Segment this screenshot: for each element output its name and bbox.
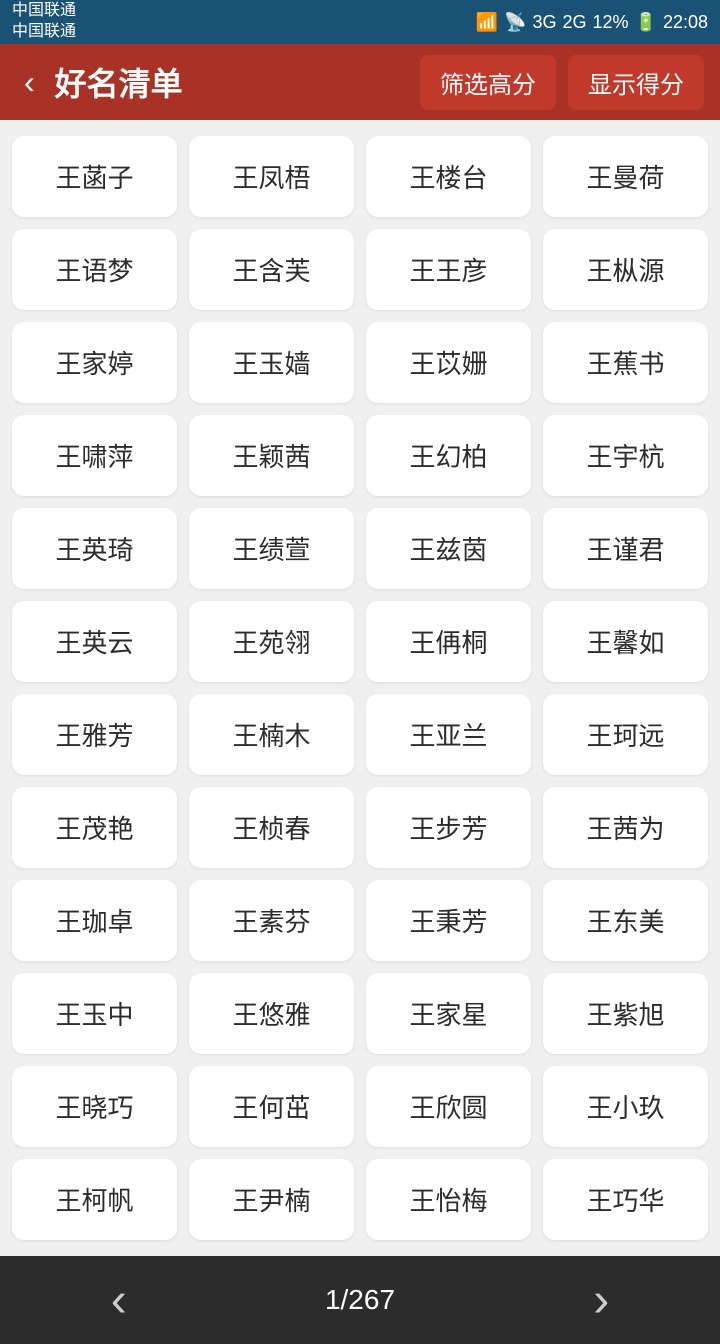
- name-card[interactable]: 王柯帆: [12, 1159, 177, 1240]
- name-card[interactable]: 王颖茜: [189, 415, 354, 496]
- back-icon: ‹: [24, 64, 35, 101]
- next-page-button[interactable]: [482, 1257, 720, 1344]
- name-card[interactable]: 王英琦: [12, 508, 177, 589]
- battery-icon: 🔋: [635, 12, 657, 33]
- network-2g: 2G: [562, 12, 586, 33]
- name-card[interactable]: 王语梦: [12, 229, 177, 310]
- header: ‹ 好名清单 筛选高分 显示得分: [0, 44, 720, 120]
- name-card[interactable]: 王东美: [543, 880, 708, 961]
- name-card[interactable]: 王珈卓: [12, 880, 177, 961]
- name-card[interactable]: 王玉嫱: [189, 322, 354, 403]
- name-card[interactable]: 王何茁: [189, 1066, 354, 1147]
- name-card[interactable]: 王英云: [12, 601, 177, 682]
- battery-level: 12%: [593, 12, 629, 33]
- name-card[interactable]: 王楼台: [366, 136, 531, 217]
- wifi-icon: 📡: [504, 12, 526, 33]
- name-card[interactable]: 王步芳: [366, 787, 531, 868]
- page-indicator: 1/267: [238, 1284, 483, 1316]
- name-card[interactable]: 王菡子: [12, 136, 177, 217]
- name-card[interactable]: 王蕉书: [543, 322, 708, 403]
- name-card[interactable]: 王素芬: [189, 880, 354, 961]
- name-card[interactable]: 王家星: [366, 973, 531, 1054]
- name-card[interactable]: 王家婷: [12, 322, 177, 403]
- name-card[interactable]: 王幻柏: [366, 415, 531, 496]
- name-card[interactable]: 王雅芳: [12, 694, 177, 775]
- name-card[interactable]: 王珂远: [543, 694, 708, 775]
- name-card[interactable]: 王含芙: [189, 229, 354, 310]
- page-title: 好名清单: [55, 59, 408, 105]
- name-card[interactable]: 王悠雅: [189, 973, 354, 1054]
- status-right: 📶 📡 3G 2G 12% 🔋 22:08: [476, 12, 708, 33]
- name-card[interactable]: 王晓巧: [12, 1066, 177, 1147]
- prev-page-button[interactable]: [0, 1257, 238, 1344]
- carrier-info: 中国联通 中国联通: [12, 1, 76, 43]
- filter-high-score-button[interactable]: 筛选高分: [420, 55, 556, 110]
- name-card[interactable]: 王茂艳: [12, 787, 177, 868]
- bottom-nav: 1/267: [0, 1256, 720, 1344]
- time-display: 22:08: [663, 12, 708, 33]
- status-bar: 中国联通 中国联通 📶 📡 3G 2G 12% 🔋 22:08: [0, 0, 720, 44]
- name-card[interactable]: 王谨君: [543, 508, 708, 589]
- carrier1: 中国联通: [12, 1, 76, 22]
- name-card[interactable]: 王楠木: [189, 694, 354, 775]
- name-card[interactable]: 王枞源: [543, 229, 708, 310]
- name-card[interactable]: 王啸萍: [12, 415, 177, 496]
- back-button[interactable]: ‹: [16, 56, 43, 109]
- name-card[interactable]: 王茜为: [543, 787, 708, 868]
- name-card[interactable]: 王玉中: [12, 973, 177, 1054]
- name-card[interactable]: 王王彦: [366, 229, 531, 310]
- name-card[interactable]: 王怡梅: [366, 1159, 531, 1240]
- name-card[interactable]: 王兹茵: [366, 508, 531, 589]
- signal-icon: 📶: [476, 12, 498, 33]
- name-card[interactable]: 王紫旭: [543, 973, 708, 1054]
- show-score-button[interactable]: 显示得分: [568, 55, 704, 110]
- name-card[interactable]: 王苡姗: [366, 322, 531, 403]
- name-card[interactable]: 王凤梧: [189, 136, 354, 217]
- name-card[interactable]: 王欣圆: [366, 1066, 531, 1147]
- name-card[interactable]: 王苑翎: [189, 601, 354, 682]
- name-card[interactable]: 王宇杭: [543, 415, 708, 496]
- network-3g: 3G: [532, 12, 556, 33]
- name-card[interactable]: 王秉芳: [366, 880, 531, 961]
- name-card[interactable]: 王绩萱: [189, 508, 354, 589]
- name-card[interactable]: 王亚兰: [366, 694, 531, 775]
- name-card[interactable]: 王尹楠: [189, 1159, 354, 1240]
- name-card[interactable]: 王曼荷: [543, 136, 708, 217]
- name-card[interactable]: 王巧华: [543, 1159, 708, 1240]
- name-card[interactable]: 王小玖: [543, 1066, 708, 1147]
- carrier2: 中国联通: [12, 22, 76, 43]
- name-card[interactable]: 王桢春: [189, 787, 354, 868]
- name-card[interactable]: 王侢桐: [366, 601, 531, 682]
- names-grid: 王菡子王凤梧王楼台王曼荷王语梦王含芙王王彦王枞源王家婷王玉嫱王苡姗王蕉书王啸萍王…: [0, 120, 720, 1256]
- name-card[interactable]: 王馨如: [543, 601, 708, 682]
